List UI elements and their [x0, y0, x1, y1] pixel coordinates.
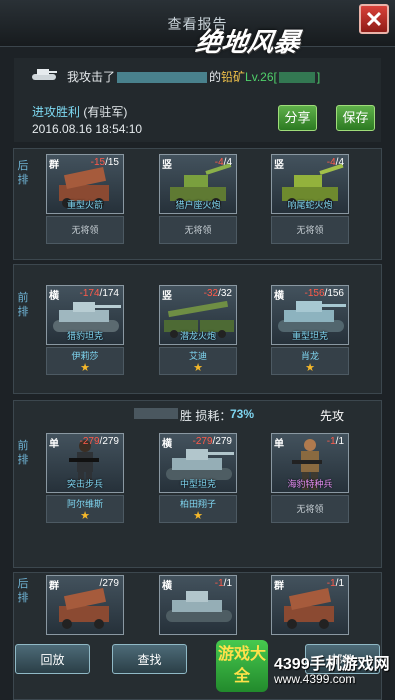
general-slot: 无将领 — [159, 216, 237, 244]
general-slot: 无将领 — [271, 495, 349, 523]
unit-hp: -279/279 — [79, 436, 119, 447]
unit-hp: -174/174 — [79, 288, 119, 299]
watermark-badge: 游戏大全 — [216, 640, 268, 692]
unit-hp: -156/156 — [304, 288, 344, 299]
general-slot: 柏田翔子 ★ — [159, 495, 237, 523]
unit-hp: /279 — [99, 578, 119, 589]
unit-hp: -32/32 — [203, 288, 232, 299]
unit-card[interactable]: 群 -15/15 重型火箭 无将领 — [46, 154, 124, 248]
close-button[interactable]: ✕ — [359, 4, 389, 34]
game-logo: 绝地风暴 — [193, 28, 302, 58]
loss-label: 胜 损耗： — [180, 409, 232, 423]
loss-percentage: 73% — [230, 407, 255, 421]
redacted-player — [117, 72, 208, 84]
general-slot: 肖龙 ★ — [271, 347, 349, 375]
general-slot: 阿尔维斯 ★ — [46, 495, 124, 523]
search-button[interactable]: 查找 — [112, 644, 187, 674]
target-name: 铅矿 — [221, 70, 246, 84]
unit-card[interactable]: 横 -174/174 猎豹坦克 伊莉莎 ★ — [46, 285, 124, 379]
star-icon: ★ — [80, 510, 90, 522]
star-icon: ★ — [305, 362, 315, 374]
unit-name: 重型火箭 — [66, 200, 103, 210]
attack-prefix: 我攻击了 — [67, 70, 116, 84]
save-button[interactable]: 保存 — [336, 105, 375, 131]
watermark-site: 4399手机游戏网 — [274, 656, 390, 673]
star-icon: ★ — [193, 362, 203, 374]
side1-rear-row: 后排 群 -15/15 重型火箭 无将领 竖 -4/4 猎户座火炮 无将领 竖 … — [13, 148, 382, 260]
unit-name: 重型坦克 — [291, 331, 328, 341]
redacted-player — [134, 408, 178, 419]
unit-hp: -279/279 — [192, 436, 232, 447]
row-label-front: 前排 — [17, 440, 29, 466]
side2-front-row: 胜 损耗： 73% 先攻 前排 单 -279/279 突击步兵 阿尔维斯 ★ 横 … — [13, 400, 382, 568]
star-icon: ★ — [193, 510, 203, 522]
unit-name: 海豹特种兵 — [287, 479, 333, 489]
unit-name: 猎户座火炮 — [175, 200, 221, 210]
attack-summary: 我攻击了 的铅矿Lv.26[] — [67, 70, 321, 84]
unit-name: 猎豹坦克 — [66, 331, 103, 341]
title-bar: 查看报告 绝地风暴 ✕ — [0, 0, 395, 58]
battle-result: 进攻胜利 (有驻军) — [32, 103, 127, 120]
unit-hp: -1/1 — [214, 578, 232, 589]
redacted-guild — [278, 72, 315, 84]
unit-name: 响尾蛇火炮 — [287, 200, 333, 210]
target-level: Lv.26 — [245, 70, 274, 84]
unit-card[interactable]: 横 -156/156 重型坦克 肖龙 ★ — [271, 285, 349, 379]
unit-hp: -1/1 — [326, 436, 344, 447]
unit-hp: -4/4 — [214, 157, 232, 168]
star-icon: ★ — [80, 362, 90, 374]
unit-card[interactable]: 横 -279/279 中型坦克 柏田翔子 ★ — [159, 433, 237, 527]
watermark-url: www.4399.com — [274, 672, 356, 686]
unit-card[interactable]: 单 -279/279 突击步兵 阿尔维斯 ★ — [46, 433, 124, 527]
unit-card[interactable]: 竖 -32/32 潜龙火炮 艾迪 ★ — [159, 285, 237, 379]
unit-name: 潜龙火炮 — [179, 331, 216, 341]
unit-name: 中型坦克 — [179, 479, 216, 489]
unit-hp: -15/15 — [90, 157, 119, 168]
row-label-front: 前排 — [17, 292, 29, 318]
first-strike-label: 先攻 — [320, 409, 345, 423]
battle-time: 2016.08.16 18:54:10 — [32, 122, 143, 136]
result-note: (有驻军) — [83, 105, 128, 119]
report-header: 我攻击了 的铅矿Lv.26[] 进攻胜利 (有驻军) 2016.08.16 18:… — [14, 58, 381, 142]
general-slot: 无将领 — [271, 216, 349, 244]
general-slot: 艾迪 ★ — [159, 347, 237, 375]
row-label-rear: 后排 — [17, 160, 29, 186]
unit-hp: -1/1 — [326, 578, 344, 589]
result-label: 进攻胜利 — [32, 105, 81, 119]
row-label-rear: 后排 — [17, 578, 29, 604]
general-slot: 伊莉莎 ★ — [46, 347, 124, 375]
side1-front-row: 前排 横 -174/174 猎豹坦克 伊莉莎 ★ 竖 -32/32 潜龙火炮 艾迪… — [13, 264, 382, 394]
unit-card[interactable]: 单 -1/1 海豹特种兵 无将领 — [271, 433, 349, 527]
unit-hp: -4/4 — [326, 157, 344, 168]
replay-button[interactable]: 回放 — [15, 644, 90, 674]
tank-icon — [32, 69, 57, 80]
watermark: 游戏大全 4399手机游戏网 www.4399.com — [216, 640, 394, 698]
share-button[interactable]: 分享 — [278, 105, 317, 131]
unit-card[interactable]: 竖 -4/4 猎户座火炮 无将领 — [159, 154, 237, 248]
attack-suffix: 的 — [209, 70, 222, 84]
unit-name: 突击步兵 — [66, 479, 103, 489]
general-slot: 无将领 — [46, 216, 124, 244]
unit-card[interactable]: 竖 -4/4 响尾蛇火炮 无将领 — [271, 154, 349, 248]
